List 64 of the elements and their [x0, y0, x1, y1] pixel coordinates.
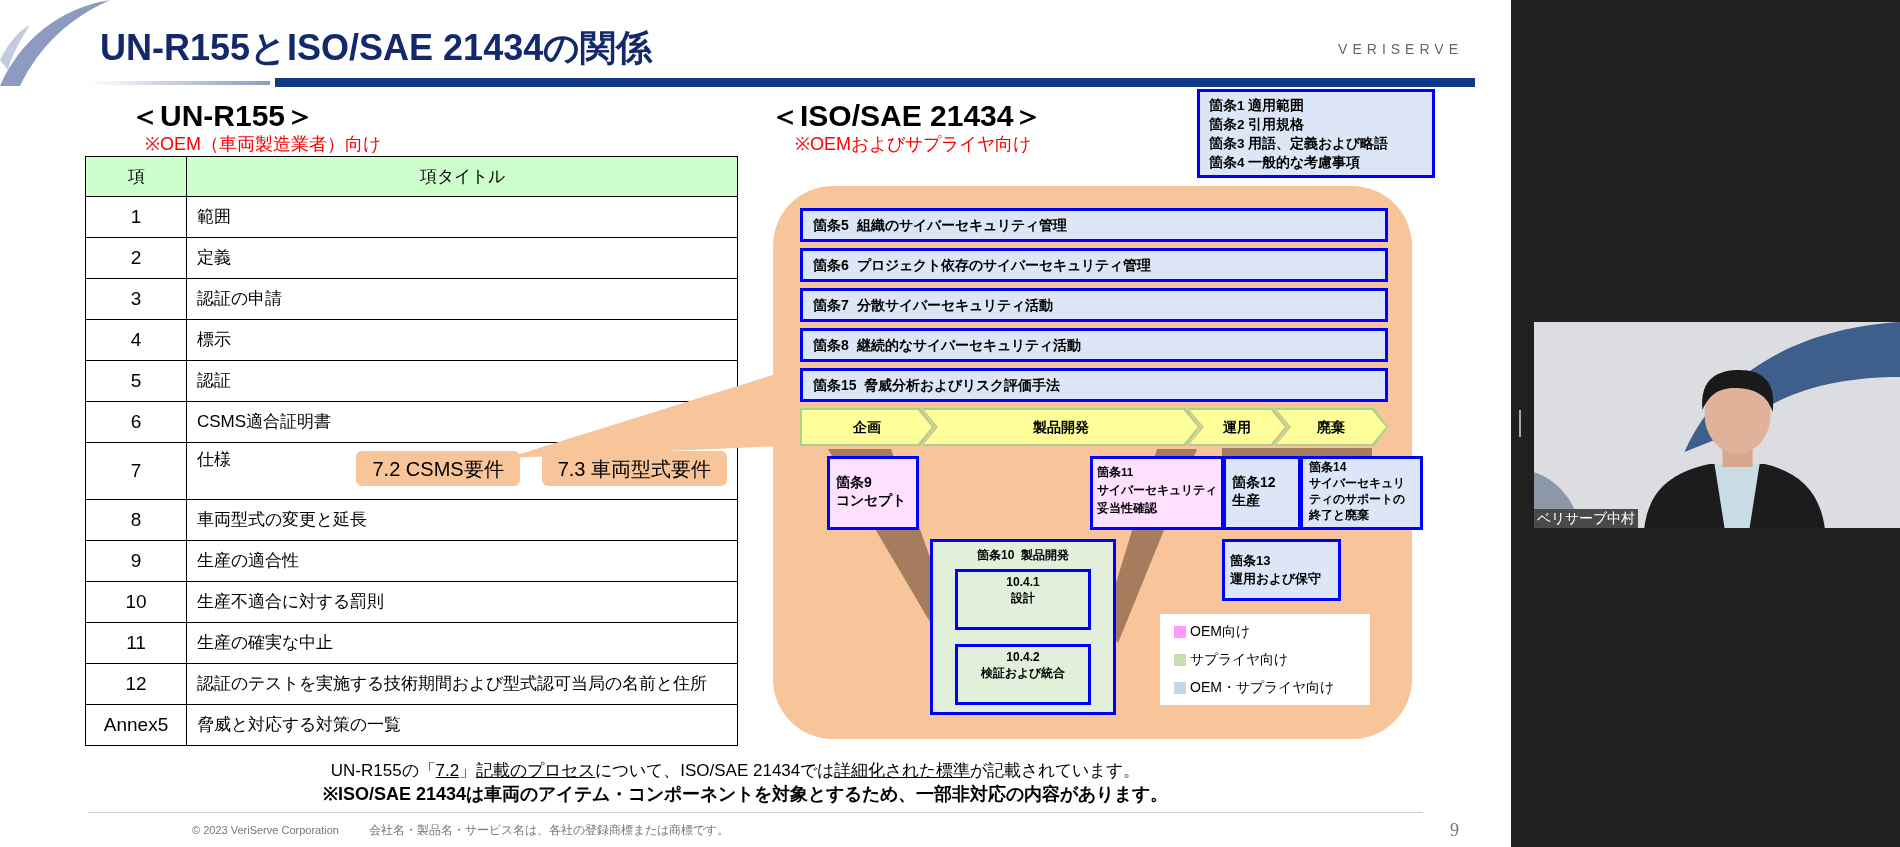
table-cell: 認証のテストを実施する技術期間および型式認可当局の名前と住所 [186, 663, 738, 705]
table-cell: 7 [85, 442, 187, 500]
summary-text: UN-R155の「7.2」記載のプロセスについて、ISO/SAE 21434では詳細化された標準が記載されています。 [330, 760, 1141, 782]
legend-label: サプライヤ向け [1190, 650, 1288, 669]
table-cell: 2 [85, 237, 187, 279]
clause-text: 箇条1 適用範囲 [1209, 97, 1306, 115]
table-cell: 11 [85, 622, 187, 664]
legend-label: OEM・サプライヤ向け [1190, 678, 1334, 697]
clause-box: 箇条11 サイバーセキュリティ 妥当性確認 [1090, 456, 1224, 530]
clause-bar: 箇条5 組織のサイバーセキュリティ管理 [800, 208, 1388, 242]
logo-text: VERISERVE [1338, 40, 1463, 59]
table-cell: 生産の確実な中止 [186, 622, 738, 664]
table-cell: 脅威と対応する対策の一覧 [186, 704, 738, 746]
participant-name: ベリサーブ中村 [1534, 509, 1638, 528]
audience-note: ※OEMおよびサプライヤ向け [795, 133, 1032, 155]
clause-text: 箇条4 一般的な考慮事項 [1209, 154, 1362, 172]
table-cell: 12 [85, 663, 187, 705]
table-cell: 範囲 [186, 196, 738, 238]
table-cell: 9 [85, 540, 187, 582]
table-cell: 10 [85, 581, 187, 623]
clause-box: 箇条9 コンセプト [827, 456, 919, 530]
table-cell: Annex5 [85, 704, 187, 746]
trademark-text: 会社名・製品名・サービス名は、各社の登録商標または商標です。 [368, 822, 729, 839]
table-cell: 認証の申請 [186, 278, 738, 320]
table-cell: 生産不適合に対する罰則 [186, 581, 738, 623]
clause-bar: 箇条15 脅威分析およびリスク評価手法 [800, 368, 1388, 402]
table-cell: 8 [85, 499, 187, 541]
section-heading: ＜ISO/SAE 21434＞ [770, 99, 1044, 133]
sub-clause-box: 10.4.1 設計 [955, 569, 1091, 630]
column-header: 項 [85, 156, 187, 197]
clause-bar: 箇条6 プロジェクト依存のサイバーセキュリティ管理 [800, 248, 1388, 282]
table-cell: 生産の適合性 [186, 540, 738, 582]
phase-arrow: 廃棄 [1274, 408, 1388, 446]
clause-text: 箇条2 引用規格 [1209, 116, 1306, 134]
sub-clause-box: 10.4.2 検証および統合 [955, 644, 1091, 705]
table-cell: 標示 [186, 319, 738, 361]
box-title: 箇条10 製品開発 [977, 547, 1069, 564]
phase-arrow: 企画 [800, 408, 934, 446]
page-number: 9 [1450, 818, 1459, 842]
table-cell: 4 [85, 319, 187, 361]
legend-label: OEM向け [1190, 622, 1250, 641]
clause-box: 箇条13 運用および保守 [1222, 539, 1341, 601]
phase-arrow: 製品開発 [921, 408, 1200, 446]
table-cell-text: 仕様 [197, 449, 231, 471]
clause-box: 箇条12 生産 [1223, 456, 1301, 530]
clause-bar: 箇条7 分散サイバーセキュリティ活動 [800, 288, 1388, 322]
table-cell: 1 [85, 196, 187, 238]
copyright-text: © 2023 VeriServe Corporation [192, 822, 339, 838]
table-cell: 5 [85, 360, 187, 402]
requirement-badge: 7.3 車両型式要件 [541, 451, 727, 486]
clause-box: 箇条14 サイバーセキュリ ティのサポートの 終了と廃棄 [1300, 456, 1423, 530]
column-header: 項タイトル [186, 156, 738, 197]
table-cell: 定義 [186, 237, 738, 279]
slide-title: UN-R155とISO/SAE 21434の関係 [100, 30, 653, 70]
table-cell: 車両型式の変更と延長 [186, 499, 738, 541]
clause-text: 箇条3 用語、定義および略語 [1209, 135, 1390, 153]
resize-handle[interactable] [1519, 410, 1521, 437]
requirement-badge: 7.2 CSMS要件 [356, 451, 520, 486]
audience-note: ※OEM（車両製造業者）向け [145, 133, 382, 155]
table-cell: 6 [85, 401, 187, 443]
table-cell: 3 [85, 278, 187, 320]
caution-text: ※ISO/SAE 21434は車両のアイテム・コンポーネントを対象とするため、一部非対応の内容があります。 [322, 783, 1169, 806]
section-heading: ＜UN-R155＞ [130, 99, 317, 133]
clause-bar: 箇条8 継続的なサイバーセキュリティ活動 [800, 328, 1388, 362]
